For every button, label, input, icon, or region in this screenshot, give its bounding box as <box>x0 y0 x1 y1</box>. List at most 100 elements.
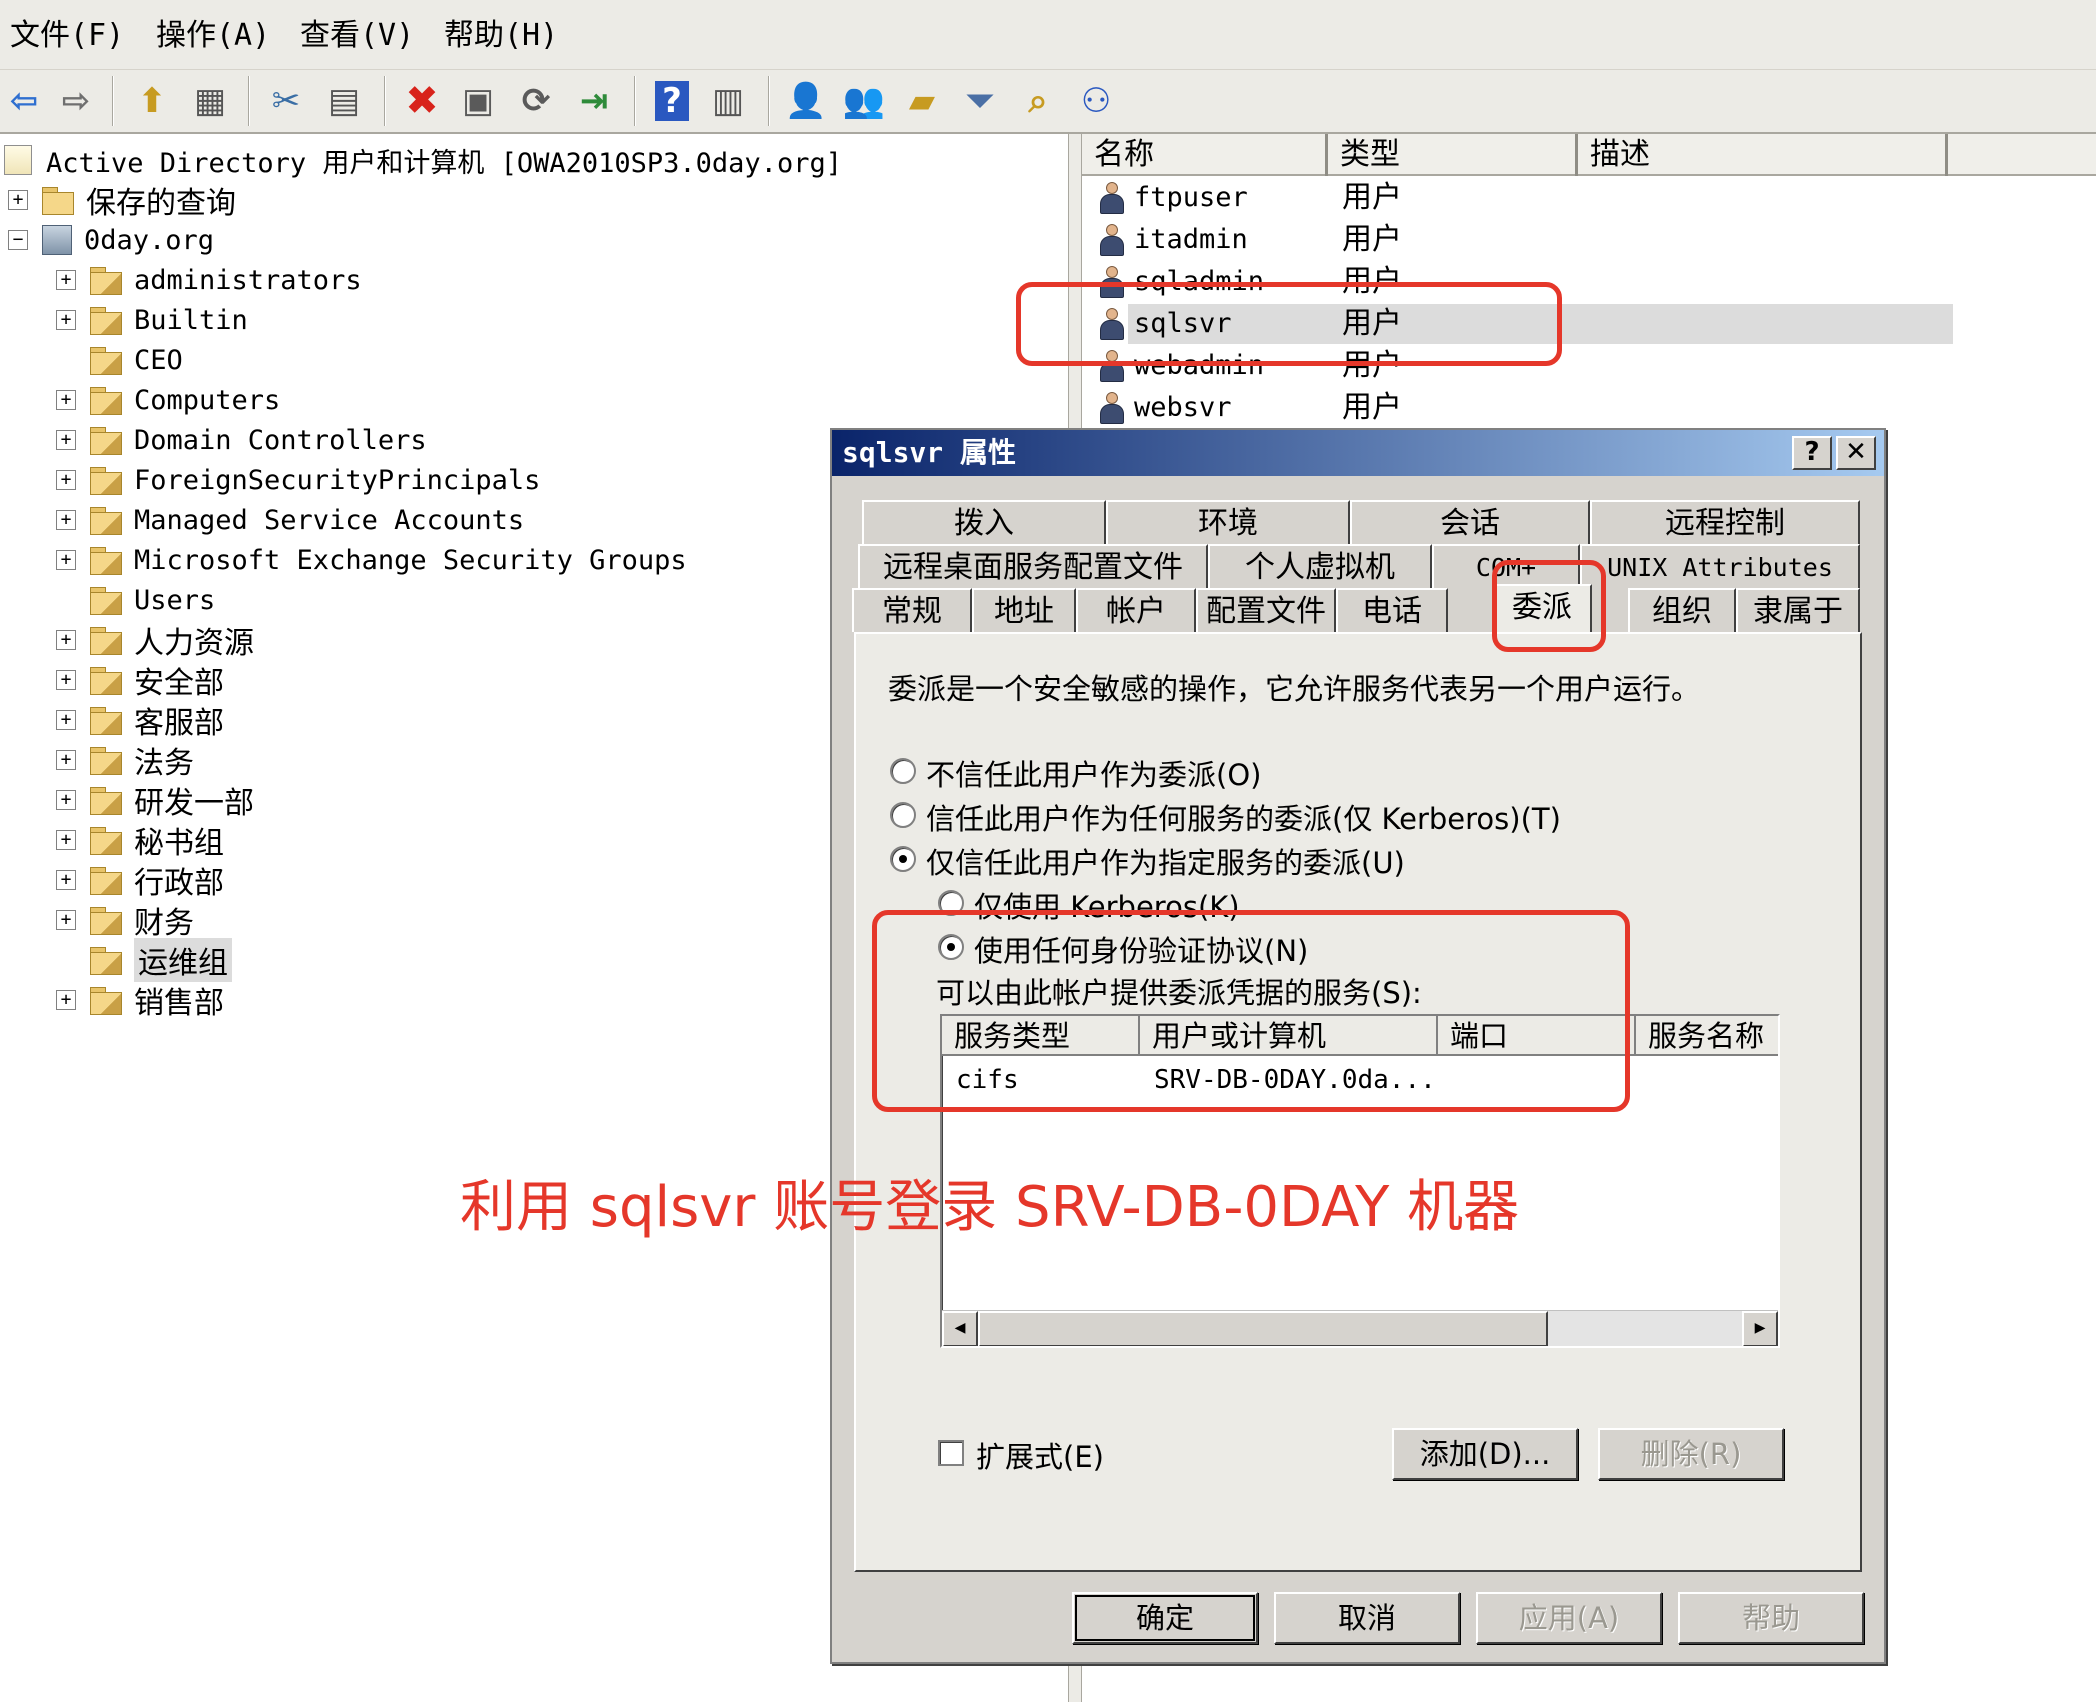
scroll-left-icon[interactable]: ◀ <box>942 1311 978 1346</box>
help-icon[interactable]: ? <box>655 81 689 121</box>
tab-environment[interactable]: 环境 <box>1106 500 1350 544</box>
menu-view[interactable]: 查看(V) <box>294 14 420 58</box>
radio-specified-services[interactable] <box>890 846 916 872</box>
tree-item[interactable]: + 法务 <box>56 740 194 781</box>
tree-item[interactable]: + ForeignSecurityPrincipals <box>56 460 540 500</box>
new-group-icon[interactable]: 👥 <box>840 77 888 125</box>
tree-item[interactable]: + 销售部 <box>56 980 224 1021</box>
tree-item[interactable]: + 行政部 <box>56 860 224 901</box>
tree-item[interactable]: + 人力资源 <box>56 620 254 661</box>
expand-icon[interactable]: + <box>56 750 76 770</box>
tab-address[interactable]: 地址 <box>972 588 1076 632</box>
tree-item[interactable]: + Domain Controllers <box>56 420 427 460</box>
paste-icon[interactable]: ▤ <box>320 77 368 125</box>
tab-sessions[interactable]: 会话 <box>1350 500 1590 544</box>
expand-icon[interactable]: + <box>56 710 76 730</box>
tree-item-domain[interactable]: − 0day.org <box>8 220 214 260</box>
expand-icon[interactable]: + <box>56 550 76 570</box>
tree-item[interactable]: + 安全部 <box>56 660 224 701</box>
radio-no-delegation-label[interactable]: 不信任此用户作为委派(O) <box>926 752 1261 794</box>
menu-file[interactable]: 文件(F) <box>4 14 130 58</box>
collapse-icon[interactable]: − <box>8 230 28 250</box>
expand-icon[interactable]: + <box>56 910 76 930</box>
ok-button[interactable]: 确定 <box>1072 1592 1258 1644</box>
radio-any-service[interactable] <box>890 802 916 828</box>
tab-member-of[interactable]: 隶属于 <box>1736 588 1860 632</box>
expand-icon[interactable]: + <box>56 310 76 330</box>
remove-button[interactable]: 删除(R) <box>1598 1428 1784 1480</box>
tree-item[interactable]: + administrators <box>56 260 362 300</box>
tab-personal-vm[interactable]: 个人虚拟机 <box>1208 544 1432 588</box>
back-icon[interactable]: ⇦ <box>0 77 48 125</box>
expand-icon[interactable]: + <box>56 470 76 490</box>
console-tree-icon[interactable]: ▥ <box>704 77 752 125</box>
apply-button[interactable]: 应用(A) <box>1476 1592 1662 1644</box>
expand-icon[interactable]: + <box>56 510 76 530</box>
tree-root[interactable]: Active Directory 用户和计算机 [OWA2010SP3.0day… <box>4 140 842 180</box>
tree-item[interactable]: + 客服部 <box>56 700 224 741</box>
expand-icon[interactable]: + <box>56 270 76 290</box>
tab-profile[interactable]: 配置文件 <box>1196 588 1336 632</box>
tree-item[interactable]: Users <box>56 580 215 620</box>
close-icon[interactable]: ✕ <box>1836 436 1876 470</box>
list-item[interactable]: itadmin 用户 <box>1082 220 2096 260</box>
cancel-button[interactable]: 取消 <box>1274 1592 1460 1644</box>
find-icon[interactable]: ⌕ <box>1014 77 1062 125</box>
tab-telephones[interactable]: 电话 <box>1336 588 1448 632</box>
dialog-titlebar[interactable]: sqlsvr 属性 ? ✕ <box>832 430 1884 476</box>
expanded-checkbox[interactable] <box>938 1440 964 1466</box>
expand-icon[interactable]: + <box>56 990 76 1010</box>
forward-icon[interactable]: ⇨ <box>52 77 100 125</box>
expand-icon[interactable]: + <box>56 630 76 650</box>
column-description[interactable]: 描述 <box>1578 134 1948 176</box>
scroll-thumb[interactable] <box>978 1311 1548 1346</box>
tab-unix-attributes[interactable]: UNIX Attributes <box>1580 544 1860 588</box>
expand-icon[interactable]: + <box>56 830 76 850</box>
tree-item[interactable]: + 研发一部 <box>56 780 254 821</box>
scroll-right-icon[interactable]: ▶ <box>1742 1311 1778 1346</box>
tree-item[interactable]: + 财务 <box>56 900 194 941</box>
add-to-group-icon[interactable]: ⚇ <box>1072 77 1120 125</box>
tab-general[interactable]: 常规 <box>852 588 972 632</box>
refresh-icon[interactable]: ⟳ <box>512 77 560 125</box>
tree-item[interactable]: + Builtin <box>56 300 248 340</box>
add-button[interactable]: 添加(D)... <box>1392 1428 1578 1480</box>
expand-icon[interactable]: + <box>56 670 76 690</box>
tree-item[interactable]: CEO <box>56 340 183 380</box>
help-bottom-button[interactable]: 帮助 <box>1678 1592 1864 1644</box>
list-item[interactable]: websvr 用户 <box>1082 388 2096 428</box>
tree-item[interactable]: + 秘书组 <box>56 820 224 861</box>
expand-icon[interactable]: + <box>56 430 76 450</box>
tab-rds-profile[interactable]: 远程桌面服务配置文件 <box>858 544 1208 588</box>
radio-specified-services-label[interactable]: 仅信任此用户作为指定服务的委派(U) <box>926 840 1405 882</box>
cut-icon[interactable]: ✂ <box>262 77 310 125</box>
column-type[interactable]: 类型 <box>1328 134 1578 176</box>
radio-no-delegation[interactable] <box>890 758 916 784</box>
up-folder-icon[interactable]: ⬆ <box>128 77 176 125</box>
column-service-name[interactable]: 服务名称 <box>1636 1016 1778 1056</box>
tree-item[interactable]: 运维组 <box>56 938 232 982</box>
delete-icon[interactable]: ✖ <box>398 77 446 125</box>
expand-icon[interactable]: + <box>56 870 76 890</box>
expanded-label[interactable]: 扩展式(E) <box>976 1434 1104 1476</box>
column-name[interactable]: 名称 <box>1082 134 1328 176</box>
expand-icon[interactable]: + <box>56 790 76 810</box>
tab-dialin[interactable]: 拨入 <box>862 500 1106 544</box>
expand-icon[interactable]: + <box>8 190 28 210</box>
list-item[interactable]: ftpuser 用户 <box>1082 178 2096 218</box>
new-user-icon[interactable]: 👤 <box>782 77 830 125</box>
tree-item[interactable]: + Computers <box>56 380 280 420</box>
tree-item[interactable]: + Managed Service Accounts <box>56 500 524 540</box>
horizontal-scrollbar[interactable]: ◀ ▶ <box>942 1310 1778 1346</box>
help-button[interactable]: ? <box>1792 436 1832 470</box>
properties-icon[interactable]: ▣ <box>454 77 502 125</box>
expand-icon[interactable]: + <box>56 390 76 410</box>
tree-item-saved-queries[interactable]: + 保存的查询 <box>8 180 236 221</box>
filter-icon[interactable]: ⏷ <box>956 77 1004 125</box>
tab-remote-control[interactable]: 远程控制 <box>1590 500 1860 544</box>
show-hide-tree-icon[interactable]: ▦ <box>186 77 234 125</box>
radio-any-service-label[interactable]: 信任此用户作为任何服务的委派(仅 Kerberos)(T) <box>926 796 1561 838</box>
tree-item[interactable]: + Microsoft Exchange Security Groups <box>56 540 687 580</box>
menu-action[interactable]: 操作(A) <box>150 14 276 58</box>
menu-help[interactable]: 帮助(H) <box>438 14 564 58</box>
